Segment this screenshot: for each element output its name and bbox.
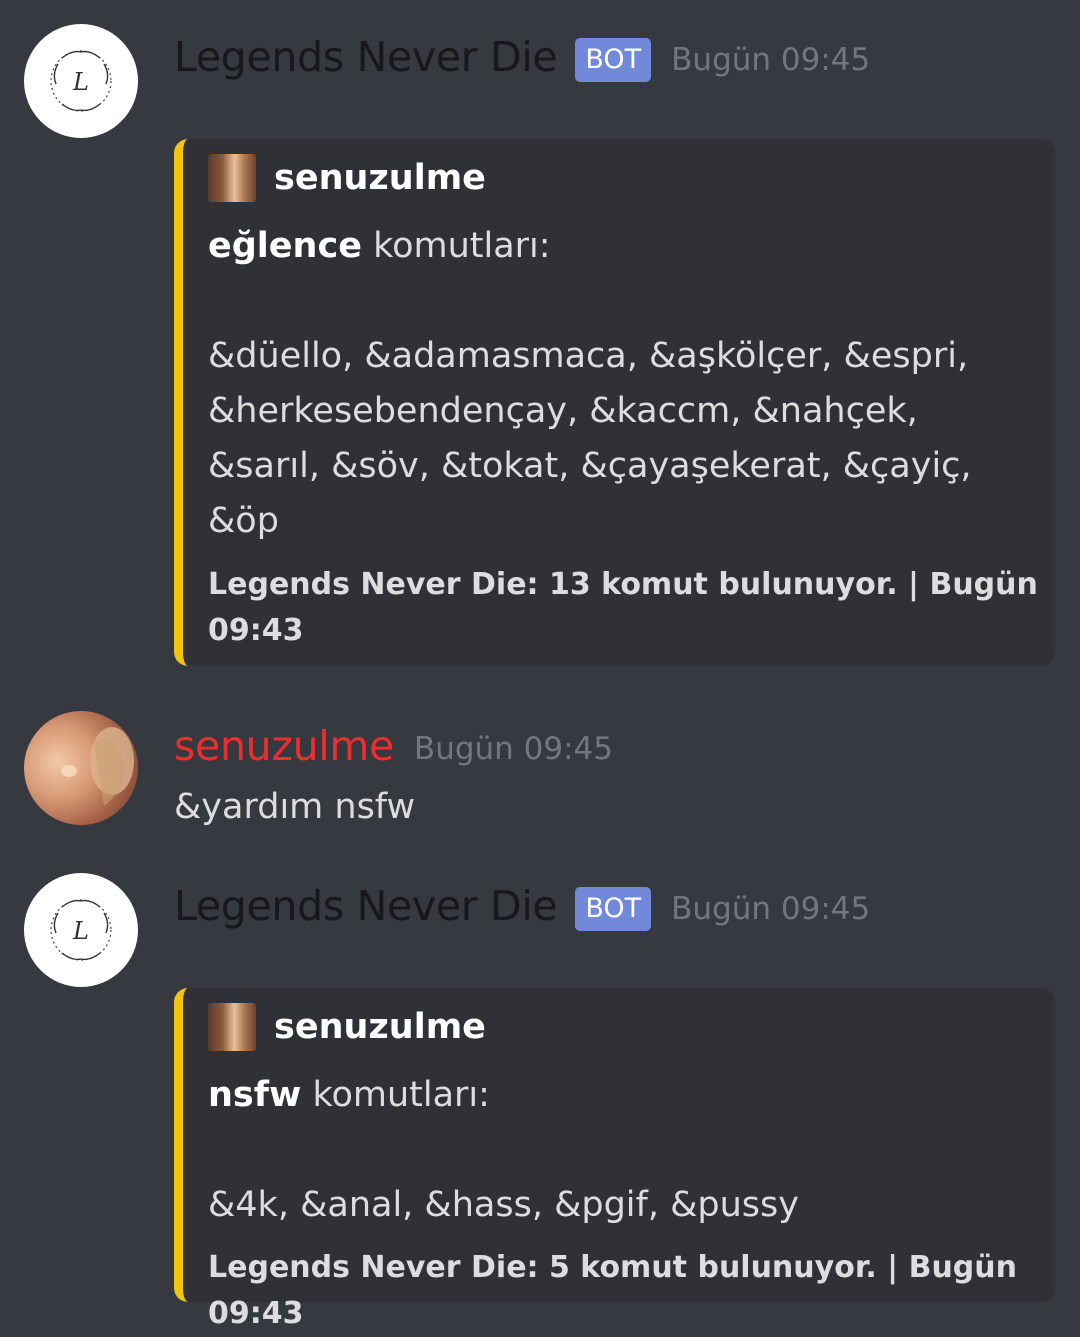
message-timestamp: Bugün 09:45 [671,891,871,927]
message-timestamp: Bugün 09:45 [413,731,613,767]
embed-category: eğlence [208,226,362,266]
embed-author-name: senuzulme [274,1007,486,1047]
bot-avatar[interactable]: L [24,873,138,987]
message-timestamp: Bugün 09:45 [671,42,871,78]
embed-author-name: senuzulme [274,158,486,198]
bot-badge: BOT [575,38,652,82]
embed-command-list: &düello, &adamasmaca, &aşkölçer, &espri,… [208,336,972,541]
bot-badge: BOT [575,887,652,931]
bot-username[interactable]: Legends Never Die [174,882,558,930]
bot-username[interactable]: Legends Never Die [174,33,558,81]
embed-footer: Legends Never Die: 13 komut bulunuyor. |… [208,567,1038,648]
embed-title: eğlence komutları: [208,219,998,274]
user-avatar[interactable] [24,711,138,825]
message-header: Legends Never Die BOT Bugün 09:45 [174,882,871,931]
svg-text:L: L [72,917,89,945]
embed-category: nsfw [208,1075,302,1115]
embed-title-rest: komutları: [301,1075,490,1115]
message-header: Legends Never Die BOT Bugün 09:45 [174,33,871,82]
embed-command-list: &4k, &anal, &hass, &pgif, &pussy [208,1185,799,1225]
message-content: &yardım nsfw [174,787,416,827]
embed-author: senuzulme [208,1003,486,1051]
user-username[interactable]: senuzulme [174,722,394,770]
embed-card: senuzulme nsfw komutları: &4k, &anal, &h… [174,988,1055,1331]
user-photo-icon [61,727,134,806]
embed-footer: Legends Never Die: 5 komut bulunuyor. | … [208,1250,1017,1331]
embed-title: nsfw komutları: [208,1068,998,1123]
svg-text:L: L [72,68,89,96]
user-thumbnail-icon [208,154,256,202]
wreath-logo-icon: L [50,899,112,961]
embed-card: senuzulme eğlence komutları: &düello, &a… [174,139,1055,666]
wreath-logo-icon: L [50,50,112,112]
embed-author: senuzulme [208,154,486,202]
bot-avatar[interactable]: L [24,24,138,138]
user-thumbnail-icon [208,1003,256,1051]
message-header: senuzulme Bugün 09:45 [174,722,613,770]
embed-title-rest: komutları: [361,226,551,266]
